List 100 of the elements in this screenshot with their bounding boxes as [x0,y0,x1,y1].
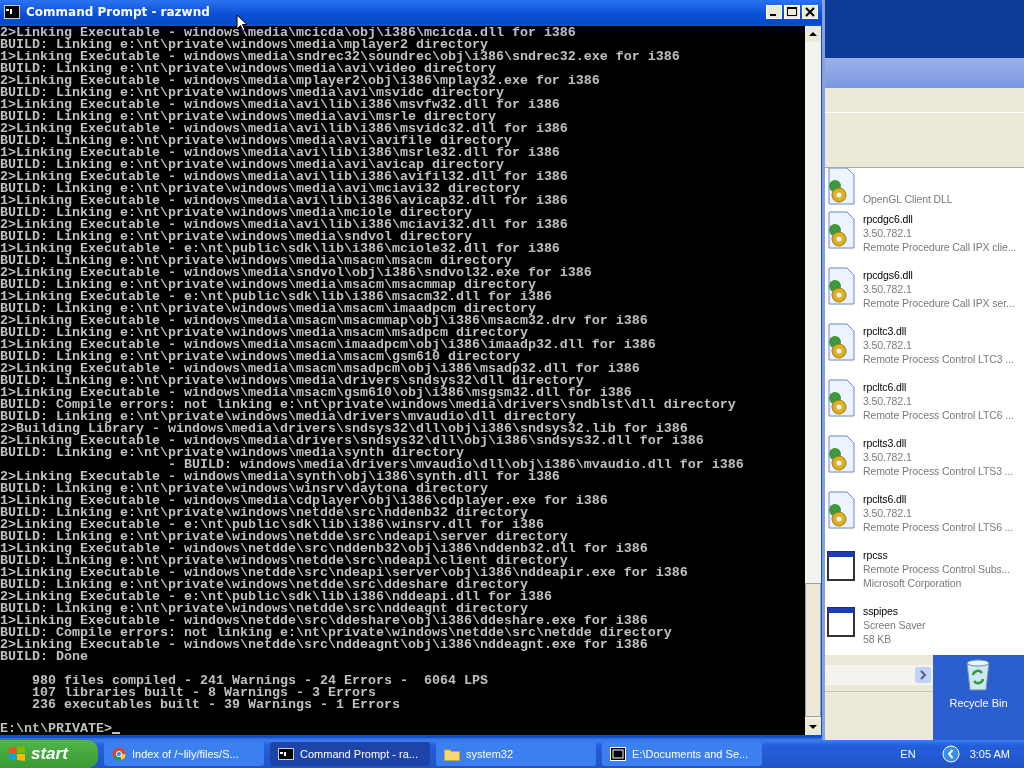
output-line: 2>Linking Executable - e:\nt\public\sdk\lib\i386\winsrv.dll for i386 [0,519,544,531]
output-line: 1>Linking Executable - windows\media\avi\lib\i386\msrle32.dll for i386 [0,147,561,159]
file-detail: Microsoft Corporation [863,576,963,590]
output-line: BUILD: Linking e:\nt\private\windows\media\msacm\msacm directory [0,255,512,267]
summary-line: 107 libraries built - 8 Warnings - 3 Errors [31,687,376,699]
scrollbar[interactable] [805,26,821,735]
output-line: BUILD: Compile errors: not linking e:\nt\private\windows\media\drivers\sndblst\dll directory [0,399,737,411]
file-gear-icon[interactable] [827,210,855,250]
output-line: 2>Linking Executable - windows\media\mcicda\obj\i386\mcicda.dll for i386 [0,27,577,39]
output-line: BUILD: Linking e:\nt\private\windows\media\msacm\gsm610 directory [0,351,520,363]
file-detail: OpenGL Client DLL [863,192,953,206]
output-line: BUILD: Linking e:\nt\private\windows\media\msacm\imaadpcm directory [0,303,536,315]
output-line: 2>Linking Executable - windows\media\sndvol\obj\i386\sndvol32.exe for i386 [0,267,593,279]
file-name: rpcltc3.dll [863,324,908,338]
close-button[interactable] [802,5,818,19]
command-prompt: E:\nt\PRIVATE> [0,723,112,735]
output-line: 1>Linking Executable - windows\media\avi\lib\i386\msvfw32.dll for i386 [0,99,561,111]
output-line: BUILD: Linking e:\nt\private\windows\winsrv\daytona directory [0,483,488,495]
scroll-down-icon[interactable] [805,719,821,735]
output-line: BUILD: Linking e:\nt\private\windows\netdde\src\ndeapi\server directory [0,531,568,543]
output-line: 2>Linking Executable - e:\nt\public\sdk\lib\i386\nddeapi.dll for i386 [0,591,553,603]
file-detail: Remote Process Control LTS6 ... [863,520,1014,534]
desktop-icon-label[interactable]: Recycle Bin [949,697,1008,709]
scroll-thumb[interactable] [805,583,821,717]
output-line: 2>Linking Executable - windows\media\msacm\msacmmap\obj\i386\msacm32.drv for i386 [0,315,649,327]
archive-icon [610,747,626,761]
taskbar-button[interactable]: Index of /~lily/files/S... [104,742,264,766]
summary-line: 980 files compiled - 241 Warnings - 24 Errors - 6064 LPS [31,675,489,687]
output-line: 2>Linking Executable - windows\media\avi\lib\i386\mciavi32.dll for i386 [0,219,569,231]
file-detail: 3.50.782.1 [863,506,913,520]
file-gear-icon[interactable] [827,490,855,530]
output-line: - BUILD: windows\media\drivers\mvaudio\dll\obj\i386\mvaudio.dll for i386 [167,459,745,471]
output-line: 1>Linking Executable - windows\media\msacm\gsm610\obj\i386\msgsm32.dll for i386 [0,387,632,399]
output-line: BUILD: Linking e:\nt\private\windows\media\drivers\sndsys32\dll directory [0,375,584,387]
file-name: rpcss [863,548,889,562]
show-hidden-icons-icon[interactable] [941,745,960,763]
file-detail: Remote Procedure Call IPX clie... [863,240,1017,254]
file-gear-icon[interactable] [827,322,855,362]
output-line: BUILD: Linking e:\nt\private\windows\media\mplayer2 directory [0,39,488,51]
file-detail: 58 KB [863,632,893,646]
output-line: BUILD: Linking e:\nt\private\windows\netdde\src\ddeshare directory [0,579,528,591]
output-line: 1>Linking Executable - e:\nt\public\sdk\lib\i386\msacm32.dll for i386 [0,291,553,303]
file-detail: 3.50.782.1 [863,450,913,464]
file-gear-icon[interactable] [827,168,855,206]
clock: 3:05 AM [969,748,1010,760]
file-name: rpclts3.dll [863,436,908,450]
output-line: 2>Linking Executable - windows\netdde\src\nddeagnt\obj\i386\nddeagnt.exe for i386 [0,639,648,651]
output-line: BUILD: Linking e:\nt\private\windows\media\avi\msrle directory [0,111,497,123]
file-gear-icon[interactable] [827,434,855,474]
output-line: BUILD: Linking e:\nt\private\windows\media\avi\avicap directory [0,159,504,171]
taskbar-button[interactable]: E:\Documents and Se... [602,742,762,766]
output-line: BUILD: Linking e:\nt\private\windows\media\avi\msvidc directory [0,87,504,99]
output-line: BUILD: Linking e:\nt\private\windows\media\msacm\msacmmap directory [0,279,536,291]
output-line: 2>Linking Executable - windows\media\drivers\sndsys32\dll\obj\i386\sndsys32.dll for i386 [0,435,705,447]
output-line: 2>Linking Executable - windows\media\synth\obj\i386\synth.dll for i386 [0,471,560,483]
file-name: rpcltc6.dll [863,380,908,394]
language-indicator[interactable]: EN [900,748,916,760]
file-detail: 3.50.782.1 [863,338,913,352]
file-detail: Remote Process Control Subs... [863,562,1010,576]
file-name: sspipes [863,604,899,618]
output-line: BUILD: Linking e:\nt\private\windows\media\mciole directory [0,207,472,219]
output-line: 2>Building Library - windows\media\drivers\sndsys32\dll\obj\i386\sndsys32.lib for i386 [0,423,688,435]
taskbar-button[interactable]: system32 [436,742,596,766]
scroll-right-icon[interactable] [915,667,931,683]
output-line: BUILD: Linking e:\nt\private\windows\media\msacm\msadpcm directory [0,327,528,339]
file-name: rpclts6.dll [863,492,908,506]
output-line: BUILD: Linking e:\nt\private\windows\media\avi\mciavi32 directory [0,183,520,195]
file-detail: Remote Procedure Call IPX ser... [863,296,1015,310]
horizontal-scrollbar[interactable] [825,665,933,685]
output-line: 2>Linking Executable - windows\media\avi\lib\i386\msvidc32.dll for i386 [0,123,569,135]
minimize-button[interactable] [766,5,782,19]
output-line: BUILD: Linking e:\nt\private\windows\media\synth directory [0,447,464,459]
browser-icon [112,747,126,761]
maximize-button[interactable] [784,5,800,19]
file-detail: Remote Process Control LTC6 ... [863,408,1014,422]
output-line: 1>Linking Executable - windows\media\cdplayer\obj\i386\cdplayer.exe for i386 [0,495,609,507]
file-name: rpcdgs6.dll [863,268,914,282]
file-detail: 3.50.782.1 [863,394,913,408]
windows-flag-icon [8,745,26,763]
output-line: 1>Linking Executable - windows\netdde\src\ndeapi\server\obj\i386\nddeapir.exe for i386 [0,567,689,579]
output-line: BUILD: Linking e:\nt\private\windows\media\drivers\mvaudio\dll directory [0,411,576,423]
output-line: BUILD: Linking e:\nt\private\windows\media\avi\avifile directory [0,135,512,147]
output-line: 2>Linking Executable - windows\media\msacm\msadpcm\obj\i386\msadp32.dll for i386 [0,363,641,375]
file-detail: 3.50.782.1 [863,226,913,240]
output-line: BUILD: Linking e:\nt\private\windows\netdde\src\ndeapi\client directory [0,555,568,567]
taskbar-button[interactable]: Command Prompt - ra... [270,742,430,766]
output-line: 1>Linking Executable - windows\media\sndrec32\soundrec\obj\i386\sndrec32.exe for i386 [0,51,681,63]
console-icon [278,748,294,760]
output-line: BUILD: Linking e:\nt\private\windows\media\avi\video directory [0,63,496,75]
file-gear-icon[interactable] [827,378,855,418]
output-line: BUILD: Linking e:\nt\private\windows\netdde\src\nddenb32 directory [0,507,528,519]
start-button[interactable]: start [0,740,98,768]
output-line: 1>Linking Executable - e:\nt\public\sdk\lib\i386\mciole32.dll for i386 [0,243,561,255]
scroll-up-icon[interactable] [805,26,821,42]
file-gear-icon[interactable] [827,266,855,306]
output-line: 1>Linking Executable - windows\media\msacm\imaadpcm\obj\i386\imaadp32.dll for i386 [0,339,657,351]
output-line: BUILD: Done [0,651,89,663]
file-name: rpcdgc6.dll [863,212,914,226]
folder-icon [444,747,460,761]
file-detail: Screen Saver [863,618,926,632]
